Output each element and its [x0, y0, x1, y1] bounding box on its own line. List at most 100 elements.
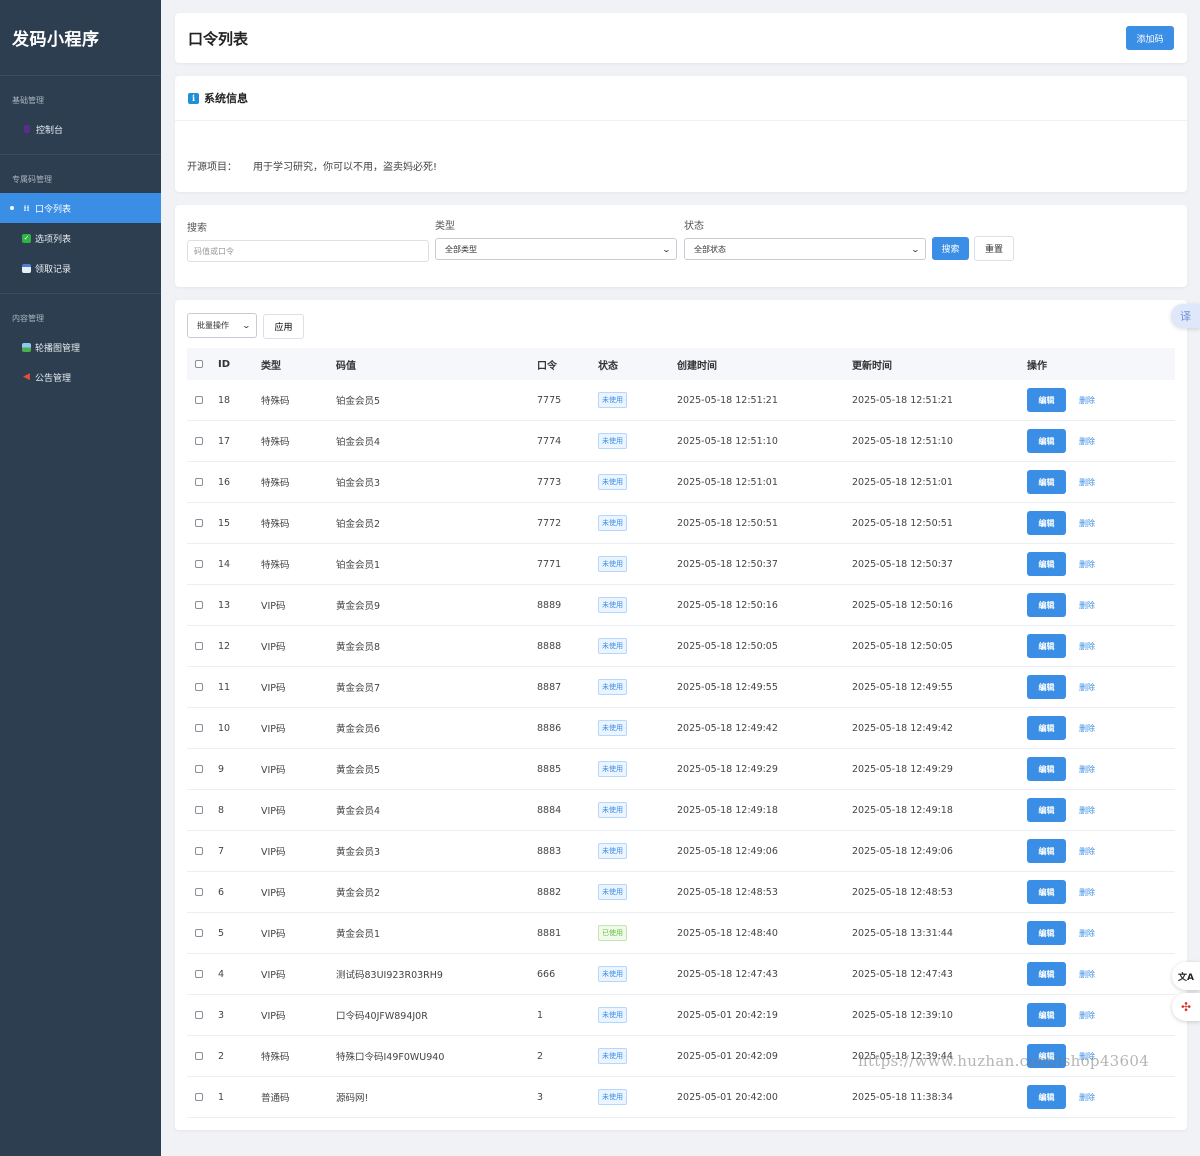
sidebar-item-announcement[interactable]: ◀ 公告管理: [0, 362, 161, 392]
delete-link[interactable]: 删除: [1079, 1092, 1095, 1103]
delete-link[interactable]: 删除: [1079, 518, 1095, 529]
edit-button[interactable]: 编辑: [1027, 716, 1066, 740]
row-checkbox[interactable]: [195, 396, 203, 404]
info-text: 用于学习研究，你可以不用，盗卖妈必死!: [253, 162, 438, 173]
row-checkbox[interactable]: [195, 765, 203, 773]
row-checkbox[interactable]: [195, 724, 203, 732]
status-select[interactable]: 全部状态 ⌄: [684, 238, 926, 260]
sidebar-item-dashboard[interactable]: 控制台: [0, 114, 161, 144]
edit-button[interactable]: 编辑: [1027, 511, 1066, 535]
cell-id: 14: [218, 558, 231, 570]
type-select[interactable]: 全部类型 ⌄: [435, 238, 677, 260]
row-checkbox[interactable]: [195, 642, 203, 650]
delete-link[interactable]: 删除: [1079, 436, 1095, 447]
cell-status: 未使用: [598, 708, 627, 748]
row-checkbox[interactable]: [195, 478, 203, 486]
row-checkbox[interactable]: [195, 1052, 203, 1060]
reset-button[interactable]: 重置: [974, 236, 1014, 261]
row-checkbox[interactable]: [195, 806, 203, 814]
network-icon: ✣: [1180, 1000, 1192, 1014]
delete-link[interactable]: 删除: [1079, 887, 1095, 898]
edit-button[interactable]: 编辑: [1027, 921, 1066, 945]
cell-code: 测试码83UI923R03RH9: [336, 970, 443, 981]
search-input[interactable]: 码值或口令: [187, 240, 429, 262]
cell-id: 3: [218, 1009, 225, 1021]
delete-link[interactable]: 删除: [1079, 395, 1095, 406]
select-all-checkbox[interactable]: [195, 360, 203, 368]
row-checkbox[interactable]: [195, 847, 203, 855]
row-checkbox[interactable]: [195, 1093, 203, 1101]
edit-button[interactable]: 编辑: [1027, 757, 1066, 781]
row-checkbox-cell: [195, 462, 203, 502]
edit-button[interactable]: 编辑: [1027, 962, 1066, 986]
search-button[interactable]: 搜索: [932, 237, 969, 260]
cell-type: VIP码: [261, 724, 286, 735]
cell-command: 8883: [537, 845, 562, 857]
cell-status: 未使用: [598, 503, 627, 543]
delete-link[interactable]: 删除: [1079, 928, 1095, 939]
edit-button[interactable]: 编辑: [1027, 675, 1066, 699]
row-checkbox[interactable]: [195, 929, 203, 937]
edit-button[interactable]: 编辑: [1027, 552, 1066, 576]
table-row: 10 VIP码 黄金会员6 8886 未使用 2025-05-18 12:49:42 202…: [187, 708, 1175, 749]
translate-ai-button[interactable]: 文A: [1172, 962, 1200, 990]
batch-action-select[interactable]: 批量操作 ⌄: [187, 313, 257, 338]
delete-link[interactable]: 删除: [1079, 559, 1095, 570]
edit-button[interactable]: 编辑: [1027, 1003, 1066, 1027]
edit-button[interactable]: 编辑: [1027, 470, 1066, 494]
cell-id: 15: [218, 517, 231, 529]
sidebar-item-claim-records[interactable]: 领取记录: [0, 253, 161, 283]
cell-command: 7772: [537, 517, 562, 529]
row-checkbox[interactable]: [195, 683, 203, 691]
row-checkbox[interactable]: [195, 601, 203, 609]
delete-link[interactable]: 删除: [1079, 682, 1095, 693]
network-widget-button[interactable]: ✣: [1172, 993, 1200, 1021]
delete-link[interactable]: 删除: [1079, 641, 1095, 652]
delete-link[interactable]: 删除: [1079, 723, 1095, 734]
cell-updated: 2025-05-18 12:50:37: [852, 558, 953, 570]
status-label: 状态: [684, 221, 704, 232]
cell-created: 2025-05-18 12:51:01: [677, 476, 778, 488]
sidebar-item-banner[interactable]: 轮播图管理: [0, 332, 161, 362]
delete-link[interactable]: 删除: [1079, 969, 1095, 980]
cell-status: 已使用: [598, 913, 627, 953]
cell-status: 未使用: [598, 749, 627, 789]
delete-link[interactable]: 删除: [1079, 477, 1095, 488]
nav-group-code: 专属码管理 ⁞⁞ 口令列表 ✓ 选项列表 领取记录: [0, 155, 161, 294]
edit-button[interactable]: 编辑: [1027, 1085, 1066, 1109]
cell-actions: 编辑 删除: [1027, 462, 1095, 502]
row-checkbox-cell: [195, 831, 203, 871]
cell-actions: 编辑 删除: [1027, 585, 1095, 625]
row-checkbox[interactable]: [195, 970, 203, 978]
row-checkbox[interactable]: [195, 437, 203, 445]
edit-button[interactable]: 编辑: [1027, 388, 1066, 412]
edit-button[interactable]: 编辑: [1027, 429, 1066, 453]
row-checkbox[interactable]: [195, 1011, 203, 1019]
row-checkbox[interactable]: [195, 560, 203, 568]
cell-command: 3: [537, 1091, 544, 1103]
apply-button[interactable]: 应用: [263, 314, 304, 339]
delete-link[interactable]: 删除: [1079, 846, 1095, 857]
cell-command: 8884: [537, 804, 562, 816]
sidebar-item-label: 选项列表: [35, 234, 72, 245]
sidebar-item-option-list[interactable]: ✓ 选项列表: [0, 223, 161, 253]
delete-link[interactable]: 删除: [1079, 600, 1095, 611]
translate-widget[interactable]: 译: [1171, 304, 1200, 328]
edit-button[interactable]: 编辑: [1027, 634, 1066, 658]
table-row: 18 特殊码 铂金会员5 7775 未使用 2025-05-18 12:51:21 2025…: [187, 380, 1175, 421]
add-code-button[interactable]: 添加码: [1126, 26, 1174, 50]
edit-button[interactable]: 编辑: [1027, 593, 1066, 617]
delete-link[interactable]: 删除: [1079, 764, 1095, 775]
cell-status: 未使用: [598, 872, 627, 912]
edit-button[interactable]: 编辑: [1027, 839, 1066, 863]
delete-link[interactable]: 删除: [1079, 1010, 1095, 1021]
edit-button[interactable]: 编辑: [1027, 880, 1066, 904]
row-checkbox[interactable]: [195, 888, 203, 896]
delete-link[interactable]: 删除: [1079, 805, 1095, 816]
cell-type: VIP码: [261, 1011, 286, 1022]
row-checkbox[interactable]: [195, 519, 203, 527]
sidebar-item-command-list[interactable]: ⁞⁞ 口令列表: [0, 193, 161, 223]
cell-actions: 编辑 删除: [1027, 913, 1095, 953]
edit-button[interactable]: 编辑: [1027, 798, 1066, 822]
cell-id: 12: [218, 640, 231, 652]
